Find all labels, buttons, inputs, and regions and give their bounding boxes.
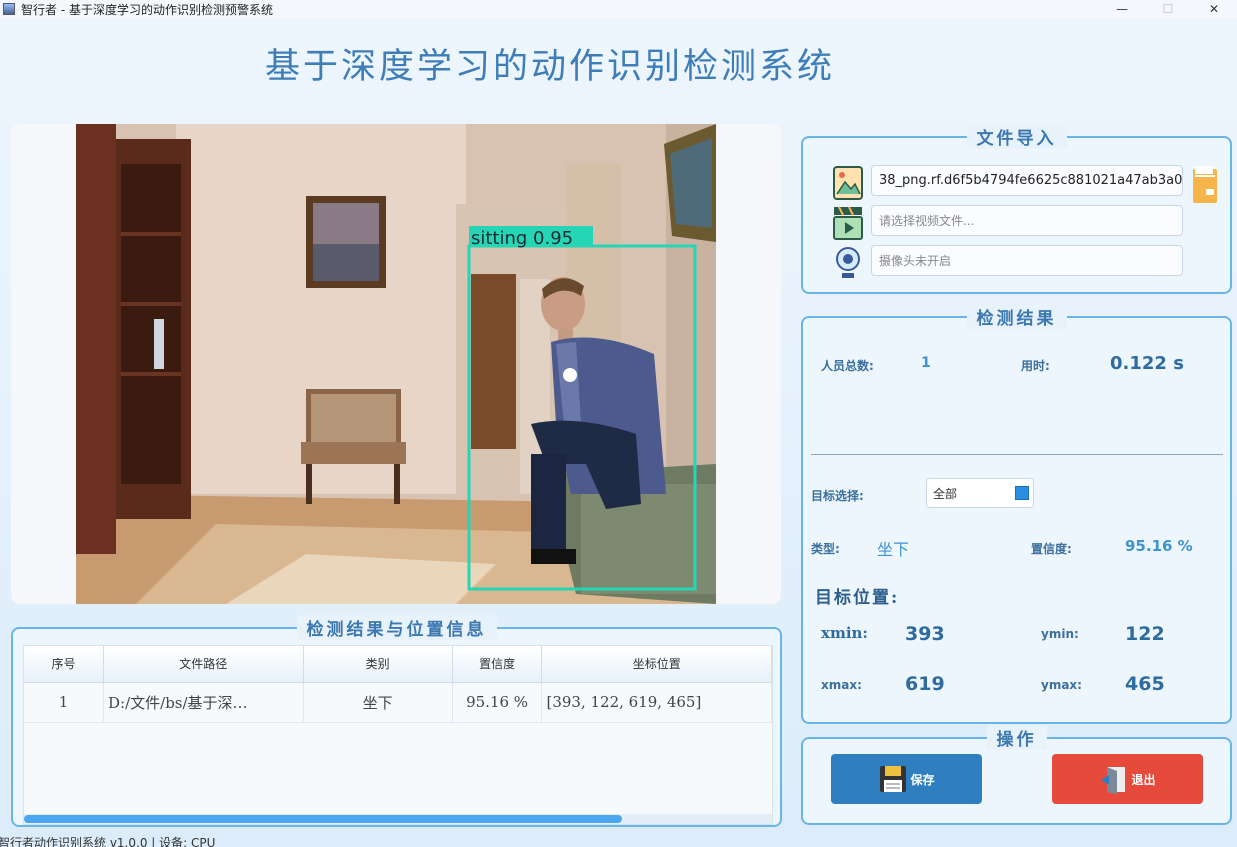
scrollbar-thumb[interactable] <box>24 815 622 823</box>
detection-result-title: 检测结果 <box>966 304 1067 329</box>
exit-label: 退出 <box>1131 772 1156 787</box>
cell-path[interactable]: D:/文件/bs/基于深… <box>103 682 304 723</box>
video-path-field[interactable]: 请选择视频文件... <box>871 205 1183 236</box>
image-file-icon[interactable] <box>833 166 863 200</box>
camera-icon[interactable] <box>833 246 863 280</box>
detection-image: sitting 0.95 <box>76 124 716 604</box>
ymax-value: 465 <box>1125 673 1165 695</box>
xmin-value: 393 <box>905 623 945 645</box>
col-index[interactable]: 序号 <box>24 646 104 683</box>
person-count-value: 1 <box>921 355 931 371</box>
col-confidence[interactable]: 置信度 <box>452 646 543 683</box>
ymin-value: 122 <box>1125 623 1165 645</box>
operations-group: 操作 保存 退出 <box>801 725 1232 825</box>
close-button[interactable]: ✕ <box>1191 0 1237 18</box>
target-position-title: 目标位置: <box>815 588 900 608</box>
file-import-group: 文件导入 38_png.rf.d6f5b4794fe6625c881021a47… <box>801 124 1232 294</box>
xmax-label: xmax: <box>821 678 862 692</box>
results-table[interactable]: 序号 文件路径 类别 置信度 坐标位置 1 D:/文件/bs/基于深… 坐下 9… <box>23 645 773 825</box>
type-value: 坐下 <box>877 540 910 559</box>
file-import-title: 文件导入 <box>966 124 1067 149</box>
image-panel: sitting 0.95 <box>11 124 781 604</box>
target-select[interactable]: 全部 <box>926 478 1034 508</box>
status-bar: 智行者动作识别系统 v1.0.0 | 设备: CPU <box>0 836 216 847</box>
time-value: 0.122 s <box>1110 353 1184 374</box>
target-select-value: 全部 <box>933 486 958 501</box>
confidence-label: 置信度: <box>1031 542 1072 556</box>
save-button[interactable]: 保存 <box>831 754 982 804</box>
divider <box>811 454 1223 455</box>
xmax-value: 619 <box>905 673 945 695</box>
exit-door-icon <box>1101 767 1126 794</box>
ymin-label: ymin: <box>1041 627 1079 641</box>
cell-confidence[interactable]: 95.16 % <box>452 682 543 723</box>
window-title: 智行者 - 基于深度学习的动作识别检测预警系统 <box>21 2 273 17</box>
window-titlebar: 智行者 - 基于深度学习的动作识别检测预警系统 — ☐ ✕ <box>0 0 1237 18</box>
save-label: 保存 <box>910 772 935 787</box>
time-label: 用时: <box>1021 359 1050 373</box>
person-count-label: 人员总数: <box>821 359 874 373</box>
exit-button[interactable]: 退出 <box>1052 754 1203 804</box>
detection-label: sitting 0.95 <box>471 228 573 249</box>
xmin-label: xmin: <box>821 624 868 642</box>
operations-title: 操作 <box>986 725 1047 750</box>
page-title: 基于深度学习的动作识别检测系统 <box>265 47 836 87</box>
horizontal-scrollbar[interactable] <box>24 814 772 824</box>
cell-position[interactable]: [393, 122, 619, 465] <box>541 682 772 723</box>
maximize-button[interactable]: ☐ <box>1145 0 1191 18</box>
results-table-title: 检测结果与位置信息 <box>296 615 497 640</box>
results-table-group: 检测结果与位置信息 序号 文件路径 类别 置信度 坐标位置 1 D:/文件/bs… <box>11 615 782 827</box>
col-path[interactable]: 文件路径 <box>103 646 304 683</box>
cell-index[interactable]: 1 <box>24 682 104 723</box>
save-icon <box>880 766 907 792</box>
dropdown-icon[interactable] <box>1015 486 1029 500</box>
cell-class[interactable]: 坐下 <box>303 682 453 723</box>
col-class[interactable]: 类别 <box>303 646 453 683</box>
app-icon <box>3 3 15 15</box>
folder-icon[interactable] <box>1192 165 1218 205</box>
confidence-value: 95.16 % <box>1125 537 1193 555</box>
video-file-icon[interactable] <box>833 206 863 240</box>
room-scene: sitting 0.95 <box>76 124 716 604</box>
minimize-button[interactable]: — <box>1099 0 1145 18</box>
image-path-field[interactable]: 38_png.rf.d6f5b4794fe6625c881021a47ab3a0… <box>871 165 1183 196</box>
table-row[interactable]: 1 D:/文件/bs/基于深… 坐下 95.16 % [393, 122, 61… <box>24 682 772 723</box>
target-select-label: 目标选择: <box>811 489 864 503</box>
ymax-label: ymax: <box>1041 678 1082 692</box>
camera-status-field[interactable]: 摄像头未开启 <box>871 245 1183 276</box>
type-label: 类型: <box>811 542 840 556</box>
detection-result-group: 检测结果 人员总数: 1 用时: 0.122 s 目标选择: 全部 类型: 坐下… <box>801 304 1232 724</box>
col-position[interactable]: 坐标位置 <box>541 646 772 683</box>
